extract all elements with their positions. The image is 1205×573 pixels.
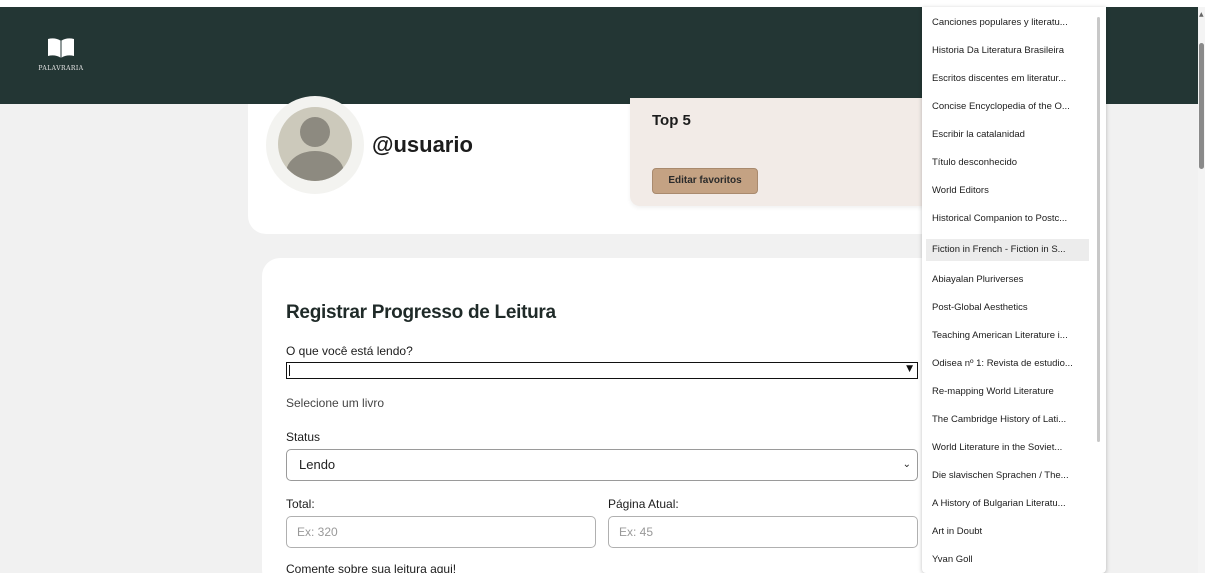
dropdown-option[interactable]: Escritos discentes em literatur... (926, 68, 1089, 90)
total-label: Total: (286, 497, 315, 511)
current-page-input[interactable]: Ex: 45 (608, 516, 918, 548)
logo-text: PALAVRARIA (38, 65, 84, 72)
select-book-hint: Selecione um livro (286, 396, 385, 410)
page-scrollbar[interactable]: ▲ (1198, 7, 1205, 573)
dropdown-option[interactable]: Post-Global Aesthetics (926, 297, 1089, 319)
profile-card: @usuario Top 5 Editar favoritos (248, 96, 948, 234)
status-value: Lendo (299, 457, 336, 472)
dropdown-option[interactable]: Art in Doubt (926, 521, 1089, 543)
dropdown-option[interactable]: World Editors (926, 180, 1089, 202)
logo[interactable]: PALAVRARIA (36, 37, 86, 72)
current-page-placeholder: Ex: 45 (619, 525, 654, 539)
dropdown-option[interactable]: Canciones populares y literatu... (926, 12, 1089, 34)
chevron-down-icon: ⌄ (902, 459, 911, 470)
dropdown-option[interactable]: Abiayalan Pluriverses (926, 269, 1089, 291)
dropdown-option[interactable]: Die slavischen Sprachen / The... (926, 465, 1089, 487)
book-select[interactable]: ▼ (286, 362, 918, 379)
dropdown-scrollbar[interactable] (1097, 17, 1100, 442)
dropdown-option[interactable]: The Cambridge History of Lati... (926, 409, 1089, 431)
current-page-label: Página Atual: (608, 497, 679, 511)
book-label: O que você está lendo? (286, 344, 413, 358)
dropdown-option[interactable]: Yvan Goll (926, 549, 1089, 571)
avatar-placeholder-icon (278, 107, 352, 181)
dropdown-option[interactable]: Historia Da Literatura Brasileira (926, 40, 1089, 62)
dropdown-option-highlighted[interactable]: Fiction in French - Fiction in S... (926, 239, 1089, 261)
dropdown-option[interactable]: World Literature in the Soviet... (926, 437, 1089, 459)
browser-top-strip (0, 0, 1205, 7)
book-dropdown-list[interactable]: Canciones populares y literatu... Histor… (922, 7, 1106, 573)
top5-title: Top 5 (652, 112, 691, 129)
dropdown-option[interactable]: Título desconhecido (926, 152, 1089, 174)
dropdown-option[interactable]: Odisea nº 1: Revista de estudio... (926, 353, 1089, 375)
dropdown-arrow-icon: ▼ (906, 364, 913, 374)
total-pages-input[interactable]: Ex: 320 (286, 516, 596, 548)
edit-favorites-button[interactable]: Editar favoritos (652, 168, 758, 194)
open-book-icon (48, 38, 74, 58)
username: @usuario (372, 132, 473, 157)
scroll-up-arrow-icon[interactable]: ▲ (1199, 11, 1204, 18)
dropdown-option[interactable]: Escribir la catalanidad (926, 124, 1089, 146)
avatar[interactable] (266, 96, 364, 194)
status-select[interactable]: Lendo ⌄ (286, 449, 918, 481)
dropdown-option[interactable]: Re-mapping World Literature (926, 381, 1089, 403)
reading-progress-form: Registrar Progresso de Leitura O que voc… (262, 258, 952, 573)
dropdown-option[interactable]: Historical Companion to Postc... (926, 208, 1089, 230)
comment-label: Comente sobre sua leitura aqui! (286, 562, 457, 573)
dropdown-option[interactable]: Concise Encyclopedia of the O... (926, 96, 1089, 118)
total-placeholder: Ex: 320 (297, 525, 338, 539)
dropdown-option[interactable]: Teaching American Literature i... (926, 325, 1089, 347)
dropdown-option[interactable]: A History of Bulgarian Literatu... (926, 493, 1089, 515)
text-cursor (289, 365, 290, 376)
top5-card: Top 5 Editar favoritos (630, 98, 948, 206)
scrollbar-thumb[interactable] (1199, 43, 1204, 169)
status-label: Status (286, 430, 321, 444)
form-title: Registrar Progresso de Leitura (286, 302, 556, 323)
